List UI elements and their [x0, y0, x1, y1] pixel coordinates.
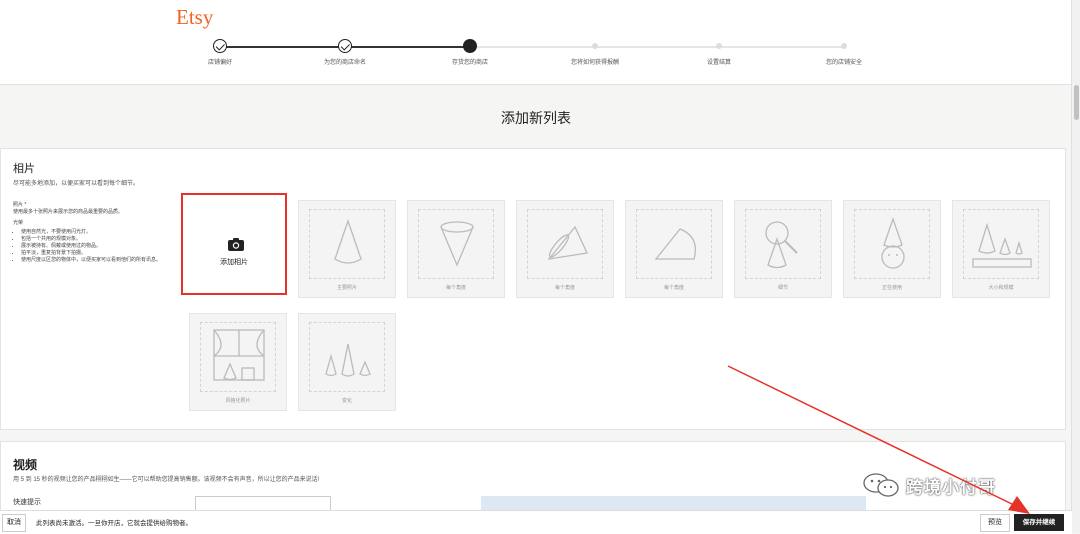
cone-icon [334, 218, 362, 264]
video-preview-area [481, 496, 866, 510]
photo-slot-angle-1[interactable]: 每个角度 [407, 200, 505, 298]
tile-caption: 每个角度 [445, 285, 466, 291]
tile-caption: 风格化照片 [225, 398, 251, 404]
cones-ruler-icon [972, 222, 1032, 268]
cone-top-icon [440, 221, 474, 267]
top-bar: Etsy 店铺偏好 为您的商店命名 存货您的商店 您将如何获得报酬 设置结算 您… [0, 0, 1072, 85]
video-title: 视频 [13, 458, 38, 472]
step-label: 设置结算 [706, 60, 732, 66]
photos-subtitle: 尽可能多地添加，以便买家可以看到每个细节。 [13, 181, 140, 187]
cone-variations-icon [325, 343, 371, 377]
page-title: 添加新列表 [501, 110, 571, 126]
tip-item: 包括一个共用的规模对象。 [21, 236, 173, 243]
cancel-button[interactable]: 取消 [2, 514, 26, 532]
tile-caption: 每个角度 [554, 285, 575, 291]
tile-caption: 正在使用 [881, 285, 902, 291]
tips-heading: 光荣 [13, 220, 24, 226]
cone-base-icon [654, 228, 697, 260]
step-1-check-icon [213, 39, 227, 53]
photo-slot-angle-3[interactable]: 每个角度 [625, 200, 723, 298]
listing-status-message: 此列表尚未激活。一旦你开店，它就会提供给购物者。 [36, 520, 192, 527]
photo-slot-detail[interactable]: 细节 [734, 200, 832, 298]
photo-slot-angle-2[interactable]: 每个角度 [516, 200, 614, 298]
bottom-action-bar: 取消 此列表尚未激活。一旦你开店，它就会提供给购物者。 预览 保存并继续 [0, 510, 1072, 534]
tile-caption: 主要照片 [336, 285, 357, 291]
photo-tips: 照片 * 使用最多十张照片来展示您的商品最重要的品质。 光荣 使用自然光，不要使… [13, 202, 173, 264]
page-scrollbar[interactable] [1071, 0, 1080, 533]
preview-button[interactable]: 预览 [980, 514, 1010, 532]
step-label: 存货您的商店 [451, 60, 489, 66]
add-photo-button[interactable]: 添加相片 [181, 193, 287, 295]
step-label: 您的店铺安全 [825, 60, 863, 66]
save-continue-button[interactable]: 保存并继续 [1014, 514, 1064, 531]
tip-item: 拍平淡，重复拍背景下拍摄。 [21, 250, 173, 257]
watermark-text: 跨境小付哥 [906, 477, 996, 497]
photo-slot-in-use[interactable]: 正在使用 [843, 200, 941, 298]
step-3-current-dot [463, 39, 477, 53]
scrollbar-thumb[interactable] [1074, 85, 1079, 120]
photo-slot-size-scale[interactable]: 大小和规模 [952, 200, 1050, 298]
watermark: 跨境小付哥 [862, 470, 996, 500]
add-photo-label: 添加相片 [220, 259, 248, 266]
cone-hat-icon [881, 217, 905, 269]
magnifier-cone-icon [765, 221, 798, 269]
tip-item: 使用尺度以区您的物体中，以便买家可以看到他们的所有讯息。 [21, 257, 173, 264]
tile-caption: 每个角度 [663, 285, 684, 291]
cone-side-icon [547, 225, 588, 260]
step-6-dot [841, 43, 847, 49]
step-label: 您将如何获得报酬 [570, 60, 620, 66]
tile-caption: 大小和规模 [988, 285, 1014, 291]
step-label: 为您的商店命名 [323, 60, 367, 66]
photos-title: 相片 [13, 163, 35, 175]
etsy-logo[interactable]: Etsy [176, 5, 213, 30]
tips-title: 照片 * [13, 202, 27, 208]
tile-caption: 细节 [777, 285, 788, 291]
video-subtitle: 用 5 到 15 秒的视频让您的产品栩栩如生——它可以帮助您提高销售额。该视频不… [13, 477, 320, 483]
photo-slot-primary[interactable]: 主要照片 [298, 200, 396, 298]
photo-slot-styled[interactable]: 风格化照片 [189, 313, 287, 411]
styled-room-icon [213, 329, 265, 381]
step-2-check-icon [338, 39, 352, 53]
tips-intro: 使用最多十张照片来展示您的商品最重要的品质。 [13, 209, 124, 215]
quick-tips-label: 快速提示 [13, 499, 41, 506]
tip-item: 展示被持有、佩戴或使用过的物品。 [21, 243, 173, 250]
step-label: 店铺偏好 [207, 60, 233, 66]
photo-slot-variations[interactable]: 变化 [298, 313, 396, 411]
wechat-icon [863, 473, 899, 497]
step-5-dot [716, 43, 722, 49]
tip-item: 使用自然光，不要使用闪光灯。 [21, 229, 173, 236]
step-4-dot [592, 43, 598, 49]
progress-line-todo [470, 46, 845, 48]
tile-caption: 变化 [341, 398, 352, 404]
camera-icon [228, 238, 244, 251]
